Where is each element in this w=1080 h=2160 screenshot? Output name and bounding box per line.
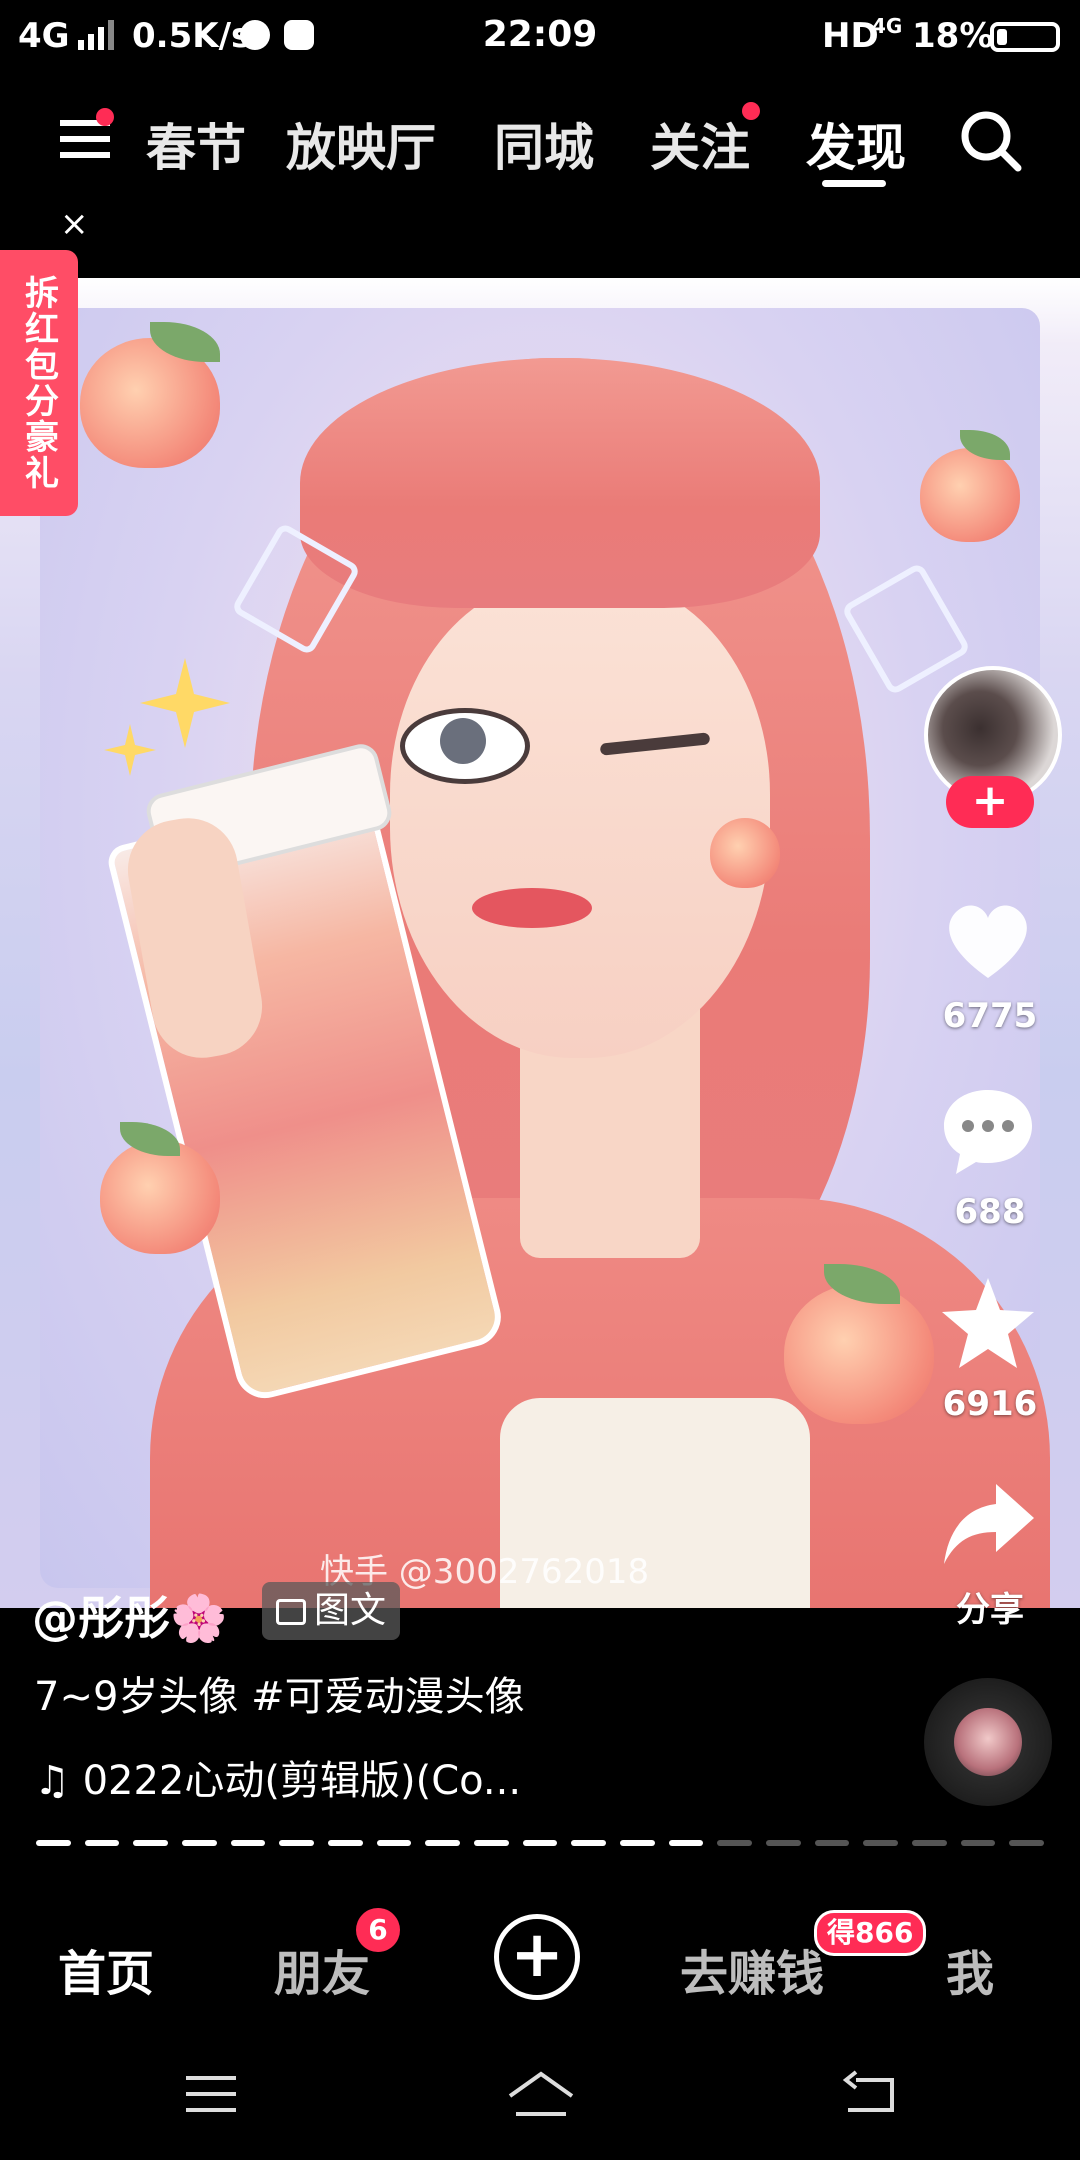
star-icon[interactable] [938, 1274, 1038, 1374]
progress-segment [571, 1840, 607, 1846]
post-type-badge: 图文 [262, 1582, 401, 1640]
music-disc[interactable] [924, 1678, 1052, 1806]
progress-segment [474, 1840, 509, 1846]
home-icon[interactable] [506, 2070, 576, 2120]
earn-badge: 得866 [814, 1910, 927, 1956]
illustration-lips [472, 888, 592, 928]
share-icon[interactable] [938, 1476, 1038, 1576]
tab-following[interactable]: 关注 [650, 108, 750, 180]
nav-me[interactable]: 我 [946, 1934, 994, 2004]
like-count: 6775 [942, 996, 1038, 1036]
nav-earn[interactable]: 去赚钱 [680, 1934, 824, 2004]
progress-segment [668, 1840, 704, 1846]
tab-discover[interactable]: 发现 [806, 108, 906, 180]
progress-segment [182, 1840, 217, 1846]
progress-segment [36, 1840, 71, 1846]
share-label[interactable]: 分享 [920, 1582, 1060, 1631]
nav-friends[interactable]: 朋友 [274, 1934, 370, 2004]
progress-segment [863, 1840, 899, 1846]
image-progress-bar [36, 1840, 1045, 1846]
tab-nearby[interactable]: 同城 [494, 108, 594, 180]
menu-notification-dot [96, 108, 114, 126]
friends-badge: 6 [356, 1908, 400, 1952]
illustration-bangs [300, 358, 820, 608]
tab-theater[interactable]: 放映厅 [286, 108, 436, 180]
progress-segment [814, 1840, 850, 1846]
battery-icon [990, 22, 1060, 52]
post-type-label: 图文 [314, 1590, 387, 1631]
progress-segment [133, 1840, 169, 1846]
post-description[interactable]: 7~9岁头像 #可爱动漫头像 [34, 1664, 525, 1722]
comment-icon[interactable] [938, 1082, 1038, 1182]
hd-network-indicator: 4G [872, 14, 903, 38]
heart-icon[interactable] [938, 890, 1038, 990]
hd-indicator: HD [822, 16, 879, 56]
peach-icon [784, 1284, 934, 1424]
music-disc-cover [954, 1708, 1022, 1776]
battery-percent: 18% [912, 16, 994, 56]
progress-segment [425, 1840, 461, 1846]
nav-home[interactable]: 首页 [58, 1934, 154, 2004]
battery-fill [997, 29, 1007, 45]
progress-segment [376, 1840, 412, 1846]
back-icon[interactable] [842, 2070, 898, 2120]
illustration-iris [440, 718, 486, 764]
progress-segment [328, 1840, 363, 1846]
music-note-icon: ♫ [34, 1758, 83, 1804]
author-name[interactable]: @彤彤🌸 [32, 1582, 227, 1648]
sparkle-icon [104, 724, 156, 776]
create-post-button[interactable]: + [494, 1914, 580, 2000]
progress-segment [84, 1840, 120, 1846]
status-bar: 4G 0.5K/s 22:09 HD 4G 18% [0, 0, 1080, 72]
post-image[interactable]: 快手 @3002762018 [0, 278, 1080, 1608]
recent-apps-icon[interactable] [184, 2072, 238, 2118]
progress-segment [717, 1840, 753, 1846]
progress-segment [766, 1840, 801, 1846]
search-icon[interactable] [958, 108, 1024, 174]
favorite-count: 6916 [942, 1384, 1038, 1424]
illustration-face [390, 578, 770, 1058]
follow-button[interactable]: + [946, 776, 1034, 828]
music-row[interactable]: ♫ 0222心动(剪辑版)(Co... [34, 1748, 521, 1806]
tab-spring-festival[interactable]: 春节 [146, 108, 246, 180]
progress-segment [960, 1840, 996, 1846]
active-tab-underline [822, 180, 886, 187]
progress-segment [912, 1840, 947, 1846]
comment-count: 688 [954, 1192, 1026, 1232]
image-icon [276, 1599, 306, 1625]
close-banner-icon[interactable]: × [60, 204, 89, 244]
progress-segment [620, 1840, 655, 1846]
system-nav-bar [0, 2040, 1080, 2160]
progress-segment [522, 1840, 558, 1846]
progress-segment [279, 1840, 315, 1846]
peach-icon [920, 448, 1020, 542]
peach-icon [100, 1140, 220, 1254]
top-nav: 春节 放映厅 同城 关注 发现 [0, 86, 1080, 196]
bottom-nav: 首页 朋友 6 + 去赚钱 得866 我 [0, 1880, 1080, 2040]
red-envelope-banner[interactable]: 拆红包分豪礼 [0, 250, 78, 516]
following-notification-dot [742, 102, 760, 120]
progress-segment [230, 1840, 266, 1846]
progress-segment [1009, 1840, 1045, 1846]
peach-earring-icon [710, 818, 780, 888]
music-title: 0222心动(剪辑版)(Co... [82, 1758, 522, 1804]
